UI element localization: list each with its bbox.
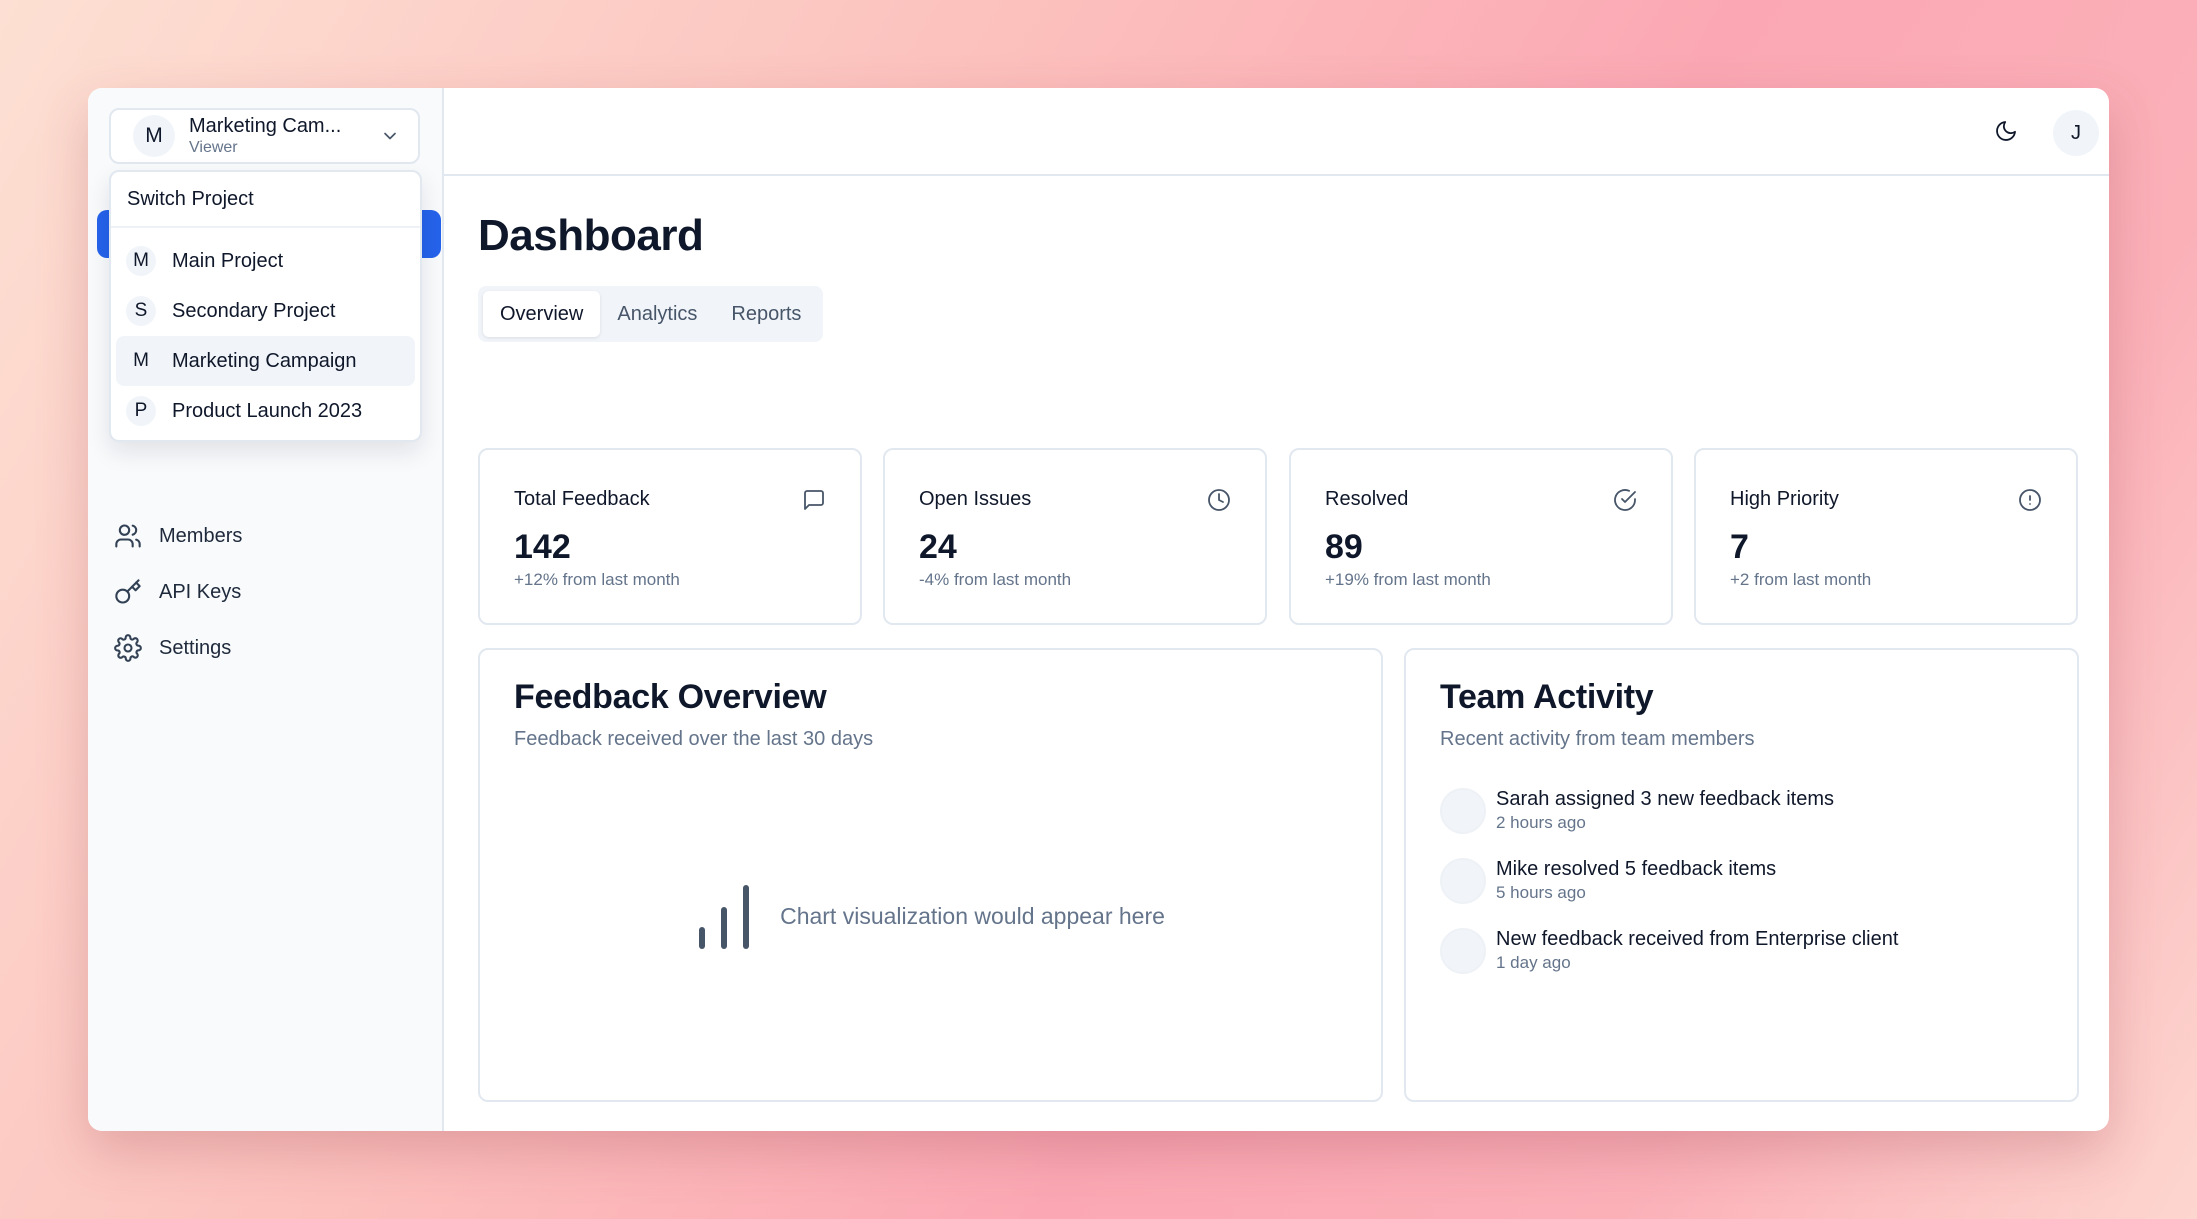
activity-text: Mike resolved 5 feedback items — [1496, 858, 1777, 880]
project-role: Viewer — [189, 139, 238, 156]
stat-change: +12% from last month — [514, 570, 680, 589]
chevron-down-icon — [384, 132, 396, 140]
stat-value: 24 — [919, 528, 957, 566]
project-option-label: Product Launch 2023 — [172, 399, 363, 422]
sidebar-item-members[interactable]: Members — [109, 508, 420, 564]
activity-time: 1 day ago — [1496, 953, 1571, 972]
sidebar-item-label: Members — [159, 524, 243, 547]
check-circle-icon — [1614, 489, 1636, 511]
avatar — [1440, 858, 1486, 904]
sidebar-item-label: API Keys — [159, 580, 242, 603]
activity-time: 2 hours ago — [1496, 813, 1586, 832]
activity-time: 5 hours ago — [1496, 883, 1586, 902]
activity-text: New feedback received from Enterprise cl… — [1496, 928, 1899, 950]
stat-label: Total Feedback — [514, 488, 650, 510]
theme-toggle-button[interactable] — [1991, 116, 2021, 146]
tab-bar: Overview Analytics Reports — [478, 286, 824, 342]
user-avatar-button[interactable]: J — [2053, 110, 2099, 156]
panel-subtitle: Feedback received over the last 30 days — [514, 728, 874, 750]
project-option-avatar: P — [126, 396, 156, 426]
avatar — [1440, 928, 1486, 974]
project-option-secondary[interactable]: S Secondary Project — [116, 286, 415, 336]
message-icon — [804, 490, 824, 510]
tab-analytics[interactable]: Analytics — [600, 291, 714, 337]
stat-label: High Priority — [1730, 488, 1839, 510]
clock-icon — [1208, 489, 1230, 511]
stat-change: +19% from last month — [1325, 570, 1491, 589]
activity-item: Sarah assigned 3 new feedback items 2 ho… — [1440, 786, 2057, 856]
users-icon — [115, 524, 141, 548]
project-option-marketing[interactable]: M Marketing Campaign — [116, 336, 415, 386]
project-option-label: Secondary Project — [172, 299, 336, 322]
main-content: Dashboard Overview Analytics Reports Tot… — [478, 208, 2079, 1102]
feedback-overview-panel: Feedback Overview Feedback received over… — [478, 648, 1383, 1102]
stat-change: -4% from last month — [919, 570, 1072, 589]
team-activity-panel: Team Activity Recent activity from team … — [1404, 648, 2079, 1102]
sidebar-item-label: Settings — [159, 636, 232, 659]
panel-title: Team Activity — [1440, 678, 1654, 716]
project-option-label: Main Project — [172, 249, 284, 272]
sidebar-nav: Members API Keys Settings — [109, 508, 420, 676]
page-title: Dashboard — [478, 211, 704, 260]
activity-list: Sarah assigned 3 new feedback items 2 ho… — [1440, 786, 2057, 996]
stat-value: 142 — [514, 528, 571, 566]
sidebar-item-api-keys[interactable]: API Keys — [109, 564, 420, 620]
stat-card-open-issues: Open Issues 24 -4% from last month — [883, 448, 1267, 625]
project-switcher-button[interactable]: M Marketing Cam... Viewer — [109, 108, 420, 164]
activity-text: Sarah assigned 3 new feedback items — [1496, 788, 1834, 810]
stat-value: 89 — [1325, 528, 1363, 566]
project-avatar: M — [133, 115, 175, 157]
activity-item: New feedback received from Enterprise cl… — [1440, 926, 2057, 996]
project-option-avatar: S — [126, 296, 156, 326]
project-option-main[interactable]: M Main Project — [116, 236, 415, 286]
stat-value: 7 — [1730, 528, 1749, 566]
stat-card-resolved: Resolved 89 +19% from last month — [1289, 448, 1673, 625]
stat-label: Open Issues — [919, 488, 1032, 510]
project-switch-menu: Switch Project M Main Project S Secondar… — [109, 170, 422, 442]
stat-label: Resolved — [1325, 488, 1409, 510]
bar-chart-icon — [699, 885, 750, 949]
key-icon — [115, 579, 141, 604]
gear-icon — [114, 634, 142, 662]
top-bar: J — [444, 88, 2109, 176]
alert-circle-icon — [2019, 489, 2041, 511]
tab-overview[interactable]: Overview — [483, 291, 601, 337]
sidebar-item-settings[interactable]: Settings — [109, 620, 420, 676]
panel-title: Feedback Overview — [514, 678, 827, 716]
chart-placeholder: Chart visualization would appear here — [480, 880, 1381, 952]
moon-icon — [1996, 121, 2016, 141]
stat-card-total-feedback: Total Feedback 142 +12% from last month — [478, 448, 862, 625]
chart-placeholder-text: Chart visualization would appear here — [780, 902, 1165, 929]
stat-card-high-priority: High Priority 7 +2 from last month — [1694, 448, 2078, 625]
menu-title: Switch Project — [111, 172, 420, 228]
app-window: M Marketing Cam... Viewer Switch Project… — [88, 88, 2109, 1131]
project-option-product-launch[interactable]: P Product Launch 2023 — [116, 386, 415, 436]
sidebar: M Marketing Cam... Viewer Switch Project… — [88, 88, 444, 1131]
panel-subtitle: Recent activity from team members — [1440, 728, 1755, 750]
activity-item: Mike resolved 5 feedback items 5 hours a… — [1440, 856, 2057, 926]
stats-row: Total Feedback 142 +12% from last month … — [478, 448, 2079, 625]
stat-change: +2 from last month — [1730, 570, 1872, 589]
tab-reports[interactable]: Reports — [714, 291, 818, 337]
project-option-avatar: M — [133, 350, 149, 371]
project-option-label: Marketing Campaign — [172, 349, 357, 372]
project-option-avatar: M — [126, 246, 156, 276]
project-name: Marketing Cam... — [189, 115, 342, 137]
avatar — [1440, 788, 1486, 834]
